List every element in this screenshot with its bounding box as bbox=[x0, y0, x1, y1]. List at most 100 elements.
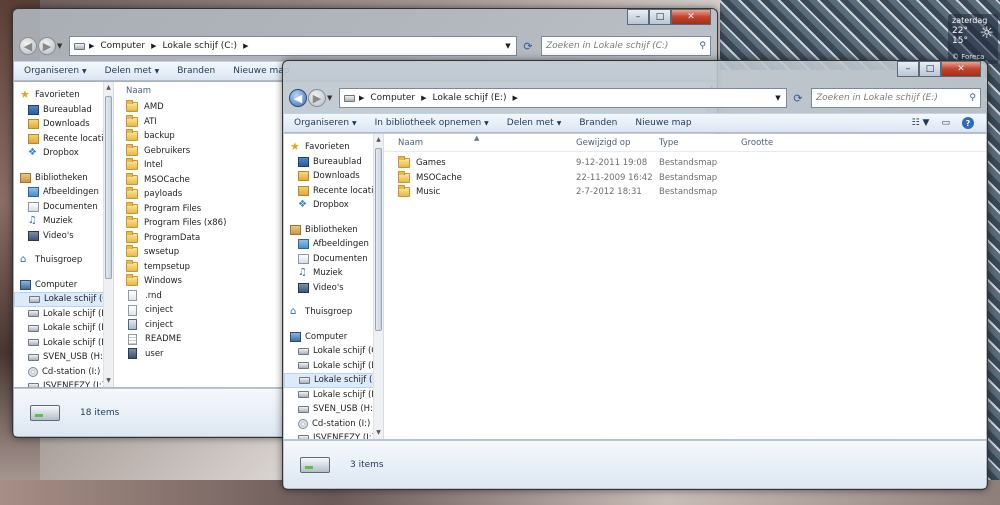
nav-library-item[interactable]: ♫ Muziek bbox=[284, 266, 383, 281]
table-row[interactable]: MSOCache 22-11-2009 16:42 Bestandsmap bbox=[384, 170, 986, 186]
column-type[interactable]: Type bbox=[659, 138, 741, 148]
help-icon[interactable]: ? bbox=[962, 117, 974, 129]
address-dropdown-icon[interactable]: ▼ bbox=[500, 42, 516, 50]
search-input[interactable]: Zoeken in Lokale schijf (E:) ⚲ bbox=[811, 88, 981, 108]
nav-drive-item[interactable]: Cd-station (I:) bbox=[284, 417, 383, 432]
nav-drive-item[interactable]: Lokale schijf (D:) bbox=[14, 307, 113, 322]
minimize-button[interactable]: – bbox=[627, 9, 649, 25]
history-dropdown-icon[interactable]: ▼ bbox=[57, 42, 65, 50]
nav-computer[interactable]: Computer bbox=[14, 278, 113, 293]
nav-library-item[interactable]: Afbeeldingen bbox=[284, 237, 383, 252]
nav-drive-item[interactable]: Lokale schijf (E:) bbox=[284, 373, 383, 388]
nav-favorite-item[interactable]: Bureaublad bbox=[284, 155, 383, 170]
nav-library-item[interactable]: Documenten bbox=[14, 200, 113, 215]
nav-favorite-item[interactable]: Recente locaties bbox=[14, 132, 113, 147]
scroll-down-icon[interactable]: ▼ bbox=[104, 375, 113, 387]
include-in-library-button[interactable]: In bibliotheek opnemen ▼ bbox=[375, 118, 489, 128]
forward-button[interactable]: ▶ bbox=[308, 89, 326, 107]
address-dropdown-icon[interactable]: ▼ bbox=[770, 94, 786, 102]
nav-favorites[interactable]: ★ Favorieten bbox=[284, 140, 383, 155]
nav-libraries[interactable]: Bibliotheken bbox=[14, 171, 113, 186]
nav-favorite-item[interactable]: Recente locaties bbox=[284, 184, 383, 199]
nav-drive-item[interactable]: JSVENEEZY (J:) bbox=[14, 379, 113, 387]
close-button[interactable]: ✕ bbox=[671, 9, 711, 25]
nav-drive-item[interactable]: Lokale schijf (E:) bbox=[14, 321, 113, 336]
refresh-icon[interactable]: ⟳ bbox=[519, 36, 537, 56]
cell-type: Bestandsmap bbox=[659, 187, 718, 198]
back-button[interactable]: ◀ bbox=[19, 37, 37, 55]
new-folder-button[interactable]: Nieuwe map bbox=[635, 118, 691, 128]
nav-drive-item[interactable]: SVEN_USB (H:) bbox=[14, 350, 113, 365]
maximize-button[interactable]: □ bbox=[919, 61, 941, 77]
scroll-up-icon[interactable]: ▲ bbox=[104, 82, 113, 94]
table-row[interactable]: Games 9-12-2011 19:08 Bestandsmap bbox=[384, 156, 986, 171]
favorites-star-icon: ★ bbox=[290, 140, 300, 154]
nav-favorite-item[interactable]: ❖ Dropbox bbox=[14, 146, 113, 161]
view-options-icon[interactable]: ☷ ▼ bbox=[912, 118, 930, 128]
organize-button[interactable]: Organiseren ▼ bbox=[294, 118, 357, 128]
nav-drive-item[interactable]: Lokale schijf (F:) bbox=[14, 336, 113, 351]
nav-favorite-item[interactable]: ❖ Dropbox bbox=[284, 198, 383, 213]
cell-name: Games bbox=[398, 156, 576, 169]
favorites-star-icon: ★ bbox=[20, 88, 30, 102]
nav-libraries[interactable]: Bibliotheken bbox=[284, 223, 383, 238]
column-modified[interactable]: Gewijzigd op bbox=[576, 138, 659, 148]
refresh-icon[interactable]: ⟳ bbox=[789, 88, 807, 108]
nav-computer[interactable]: Computer bbox=[284, 330, 383, 345]
nav-favorites[interactable]: ★ Favorieten bbox=[14, 88, 113, 103]
nav-library-item[interactable]: Video's bbox=[14, 229, 113, 244]
cell-modified: 9-12-2011 19:08 bbox=[576, 158, 648, 169]
minimize-button[interactable]: – bbox=[897, 61, 919, 77]
nav-drive-item[interactable]: SVEN_USB (H:) bbox=[284, 402, 383, 417]
column-name[interactable]: Naam bbox=[126, 86, 151, 96]
scrollbar-thumb[interactable] bbox=[375, 148, 382, 331]
nav-scrollbar[interactable]: ▲ ▼ bbox=[373, 134, 383, 439]
burn-button[interactable]: Branden bbox=[177, 66, 215, 76]
nav-homegroup[interactable]: ⌂ Thuisgroep bbox=[14, 253, 113, 268]
breadcrumb-computer[interactable]: Computer bbox=[100, 41, 145, 51]
nav-drive-item[interactable]: Lokale schijf (C:) bbox=[14, 292, 113, 307]
history-dropdown-icon[interactable]: ▼ bbox=[327, 94, 335, 102]
nav-favorite-item[interactable]: Downloads bbox=[284, 169, 383, 184]
nav-library-item[interactable]: Video's bbox=[284, 281, 383, 296]
maximize-button[interactable]: □ bbox=[649, 9, 671, 25]
nav-drive-item[interactable]: Lokale schijf (F:) bbox=[284, 388, 383, 403]
nav-drive-item[interactable]: Cd-station (I:) bbox=[14, 365, 113, 380]
column-name[interactable]: Naam bbox=[398, 138, 576, 148]
back-button[interactable]: ◀ bbox=[289, 89, 307, 107]
close-button[interactable]: ✕ bbox=[941, 61, 981, 77]
scroll-up-icon[interactable]: ▲ bbox=[374, 134, 383, 146]
breadcrumb-computer[interactable]: Computer bbox=[370, 93, 415, 103]
nav-scrollbar[interactable]: ▲ ▼ bbox=[103, 82, 113, 387]
share-button[interactable]: Delen met ▼ bbox=[105, 66, 160, 76]
explorer-window-e[interactable]: – □ ✕ ◀ ▶ ▼ ▶ Computer ▶ Lokale schijf (… bbox=[282, 60, 988, 490]
address-bar[interactable]: ▶ Computer ▶ Lokale schijf (E:) ▶ ▼ bbox=[339, 88, 787, 108]
scroll-down-icon[interactable]: ▼ bbox=[374, 427, 383, 439]
burn-button[interactable]: Branden bbox=[579, 118, 617, 128]
nav-favorite-item[interactable]: Bureaublad bbox=[14, 103, 113, 118]
share-button[interactable]: Delen met ▼ bbox=[507, 118, 562, 128]
breadcrumb-drive[interactable]: Lokale schijf (E:) bbox=[433, 93, 507, 103]
nav-libraries-group: Bibliotheken Afbeeldingen Documenten ♫ Muzie… bbox=[14, 171, 113, 244]
organize-button[interactable]: Organiseren ▼ bbox=[24, 66, 87, 76]
table-row[interactable]: Music 2-7-2012 18:31 Bestandsmap bbox=[384, 185, 986, 200]
nav-library-item[interactable]: ♫ Muziek bbox=[14, 214, 113, 229]
preview-pane-icon[interactable]: ▭ bbox=[941, 118, 950, 128]
breadcrumb-drive[interactable]: Lokale schijf (C:) bbox=[163, 41, 238, 51]
dropdown-icon: ▼ bbox=[82, 68, 87, 75]
search-input[interactable]: Zoeken in Lokale schijf (C:) ⚲ bbox=[541, 36, 711, 56]
nav-drive-item[interactable]: Lokale schijf (D:) bbox=[284, 359, 383, 374]
column-size[interactable]: Grootte bbox=[741, 138, 773, 148]
nav-homegroup[interactable]: ⌂ Thuisgroep bbox=[284, 305, 383, 320]
address-bar[interactable]: ▶ Computer ▶ Lokale schijf (C:) ▶ ▼ bbox=[69, 36, 517, 56]
nav-drive-item[interactable]: Lokale schijf (C:) bbox=[284, 344, 383, 359]
weather-gadget[interactable]: zaterdag 22° 15° ☼ © Foreca bbox=[948, 14, 998, 64]
nav-library-item[interactable]: Afbeeldingen bbox=[14, 185, 113, 200]
file-name: payloads bbox=[144, 189, 183, 200]
forward-button[interactable]: ▶ bbox=[38, 37, 56, 55]
nav-library-item[interactable]: Documenten bbox=[284, 252, 383, 267]
nav-favorites-group: ★ Favorieten Bureaublad Downloads Recente lo… bbox=[284, 140, 383, 213]
nav-drive-item[interactable]: JSVENEEZY (J:) bbox=[284, 431, 383, 439]
scrollbar-thumb[interactable] bbox=[105, 96, 112, 279]
nav-favorite-item[interactable]: Downloads bbox=[14, 117, 113, 132]
